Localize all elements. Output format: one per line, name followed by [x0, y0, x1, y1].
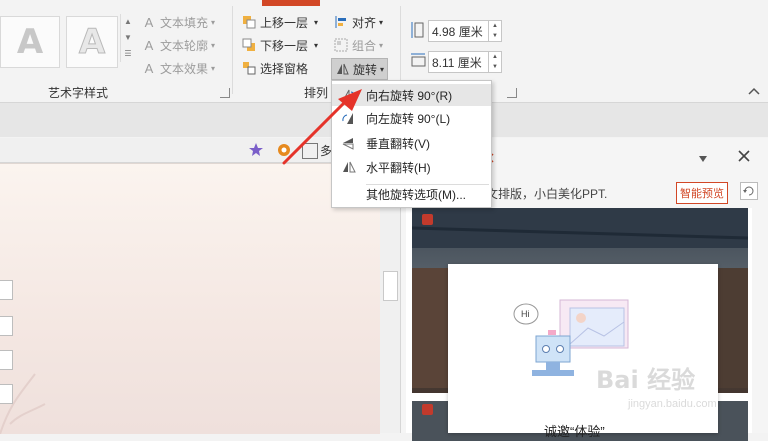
side-tool-1[interactable]	[0, 280, 13, 300]
shape-width-control: 8.11 厘米 ▲ ▼	[410, 51, 502, 73]
spin-up-icon[interactable]: ▲	[489, 52, 501, 62]
scrollbar-thumb[interactable]	[383, 271, 398, 301]
bubble-text: Hi	[521, 309, 530, 319]
collapse-ribbon-icon[interactable]	[748, 86, 760, 98]
chevron-down-icon: ▾	[211, 17, 216, 27]
text-outline-button[interactable]: A 文本轮廓 ▾	[142, 35, 215, 55]
gallery-up-icon[interactable]: ▲	[121, 14, 135, 30]
selection-pane-icon	[242, 61, 256, 75]
side-tool-4[interactable]	[0, 384, 13, 404]
group-button[interactable]: 组合 ▾	[334, 35, 388, 55]
active-tab-marker	[262, 0, 320, 6]
text-outline-icon: A	[144, 37, 154, 53]
rotate-button[interactable]: 旋转 ▾	[331, 58, 389, 80]
shape-height-control: 4.98 厘米 ▲ ▼	[410, 20, 502, 42]
dialog-launcher-icon[interactable]	[507, 88, 517, 98]
chevron-down-icon: ▾	[314, 17, 319, 27]
text-fill-icon: A	[144, 14, 154, 30]
thumbnail-badge-icon	[422, 214, 433, 225]
gallery-more-icon[interactable]: ☰	[121, 46, 135, 62]
chevron-down-icon: ▾	[380, 64, 385, 74]
align-button[interactable]: 对齐 ▾	[334, 12, 388, 32]
side-tool-3[interactable]	[0, 350, 13, 370]
close-pane-icon[interactable]	[738, 150, 750, 165]
spin-down-icon[interactable]: ▼	[489, 31, 501, 41]
chevron-down-icon: ▾	[211, 63, 216, 73]
invitation-popup: Hi 诚邀“体验”	[448, 264, 718, 439]
annotation-arrow-icon	[282, 89, 362, 165]
wordart-style-tile-1[interactable]: A	[0, 16, 60, 68]
text-fill-button[interactable]: A 文本填充 ▾	[142, 12, 215, 32]
magic-wand-icon[interactable]	[248, 142, 264, 158]
group-label-wordart: 艺术字样式	[48, 86, 109, 100]
pane-options-icon[interactable]	[698, 152, 708, 166]
shape-width-input[interactable]: 8.11 厘米 ▲ ▼	[428, 51, 502, 73]
text-effect-icon: A	[144, 60, 154, 76]
bring-forward-button[interactable]: 上移一层 ▾	[242, 12, 318, 32]
group-icon	[334, 38, 348, 52]
chevron-down-icon: ▾	[379, 40, 384, 50]
slide-canvas[interactable]	[0, 163, 380, 434]
chevron-down-icon: ▾	[314, 40, 319, 50]
wordart-style-tile-2[interactable]: A	[66, 16, 118, 68]
menu-item-more-rotation-options[interactable]: 其他旋转选项(M)...	[332, 183, 491, 205]
send-backward-button[interactable]: 下移一层 ▾	[242, 35, 318, 55]
height-icon	[410, 21, 428, 42]
smart-preview-button[interactable]: 智能预览	[676, 182, 728, 204]
spin-up-icon[interactable]: ▲	[489, 21, 501, 31]
text-effect-button[interactable]: A 文本效果 ▾	[142, 58, 215, 78]
spin-down-icon[interactable]: ▼	[489, 62, 501, 72]
chevron-down-icon: ▾	[211, 40, 216, 50]
wordart-gallery-scroll[interactable]: ▲ ▼ ☰	[120, 14, 135, 62]
bring-forward-icon	[242, 15, 256, 29]
thumbnail-badge-icon	[422, 404, 433, 415]
dialog-launcher-icon[interactable]	[220, 88, 230, 98]
gallery-down-icon[interactable]: ▼	[121, 30, 135, 46]
rotate-icon	[335, 62, 349, 76]
side-tool-2[interactable]	[0, 316, 13, 336]
send-backward-icon	[242, 38, 256, 52]
width-icon	[410, 52, 428, 73]
pane-note-text: 文排版，小白美化PPT.	[486, 187, 608, 201]
popup-title: 诚邀“体验”	[544, 424, 605, 439]
group-divider	[232, 6, 233, 94]
align-icon	[334, 15, 348, 29]
chevron-down-icon: ▾	[379, 17, 384, 27]
shape-height-input[interactable]: 4.98 厘米 ▲ ▼	[428, 20, 502, 42]
refresh-icon[interactable]	[740, 182, 758, 200]
selection-pane-button[interactable]: 选择窗格	[242, 58, 318, 78]
